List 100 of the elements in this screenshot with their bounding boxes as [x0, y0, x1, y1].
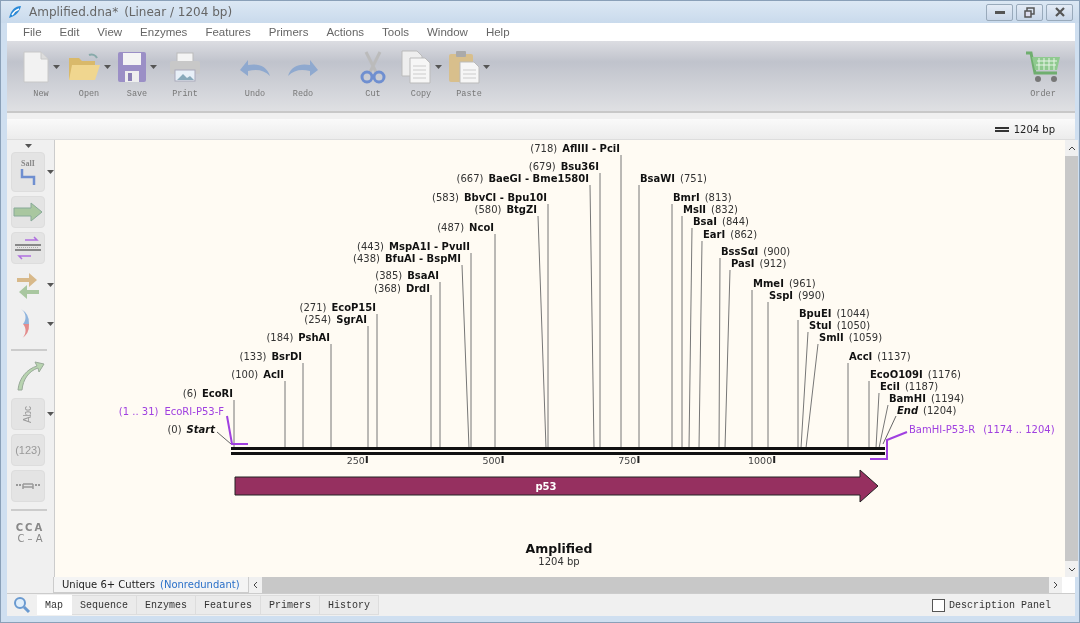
enzyme-label[interactable]: (718) AflIII - PciI	[530, 143, 620, 154]
scale-bar-icon	[994, 126, 1009, 132]
enzyme-label[interactable]: (438) BfuAI - BspMI	[353, 253, 461, 264]
cut-site-line	[233, 399, 235, 449]
enzyme-label[interactable]: AccI (1137)	[849, 351, 911, 362]
menu-item[interactable]: Primers	[260, 26, 319, 38]
enzyme-label[interactable]: BssSαI (900)	[721, 246, 791, 257]
step-line-icon	[20, 167, 36, 186]
enzyme-label[interactable]: EarI (862)	[703, 229, 758, 240]
caret-icon[interactable]	[150, 65, 157, 69]
chevron-right-icon[interactable]	[1053, 581, 1058, 589]
sequence-length: 1204 bp	[538, 556, 580, 567]
menu-item[interactable]: View	[89, 26, 133, 38]
enzyme-label[interactable]: (6) EcoRI	[182, 388, 233, 399]
enzyme-label[interactable]: (487) NcoI	[437, 222, 494, 233]
menu-item[interactable]: Window	[418, 26, 478, 38]
view-tab[interactable]: History	[320, 595, 380, 615]
minimize-button[interactable]	[986, 3, 1013, 21]
caret-icon[interactable]	[104, 65, 111, 69]
feature-arrow[interactable]	[234, 469, 879, 503]
view-tab[interactable]: Sequence	[72, 595, 138, 615]
tick-mark	[501, 456, 504, 463]
view-tab[interactable]: Enzymes	[137, 595, 197, 615]
enzyme-set-tab[interactable]: Unique 6+ Cutters (Nonredundant)	[53, 577, 249, 593]
enzyme-label[interactable]: (368) DrdI	[374, 283, 430, 294]
cut-site-line	[284, 380, 286, 449]
window-subtitle: (Linear / 1204 bp)	[124, 5, 233, 19]
enzyme-label[interactable]: (254) SgrAI	[304, 314, 367, 325]
clipboard-icon	[448, 50, 480, 84]
caret-icon[interactable]	[53, 65, 60, 69]
enzyme-label[interactable]: (385) BsaAI	[375, 270, 439, 281]
minimize-icon	[994, 10, 1005, 14]
arrow-icon	[13, 202, 43, 222]
primer-label[interactable]: (1 .. 31) EcoRI-P53-F	[118, 406, 224, 417]
view-tab[interactable]: Map	[37, 595, 72, 615]
shopping-cart-icon	[1025, 50, 1061, 84]
close-button[interactable]	[1046, 3, 1073, 21]
enzyme-label[interactable]: (443) MspA1I - PvuII	[357, 241, 470, 252]
view-tab[interactable]: Primers	[261, 595, 321, 615]
primer-label[interactable]: BamHI-P53-R (1174 .. 1204)	[909, 424, 1055, 435]
caret-icon[interactable]	[435, 65, 442, 69]
tick-label: 750	[618, 455, 637, 466]
chevron-left-icon[interactable]	[252, 581, 258, 589]
tick-label: 500	[482, 455, 501, 466]
folder-icon	[67, 52, 101, 82]
enzyme-label[interactable]: BsaI (844)	[693, 216, 749, 227]
menu-item[interactable]: Help	[477, 26, 520, 38]
caret-icon[interactable]	[47, 322, 54, 326]
enzyme-label[interactable]: SmlI (1059)	[819, 332, 883, 343]
caret-icon[interactable]	[47, 170, 54, 174]
enzyme-label[interactable]: BsaWI (751)	[640, 173, 707, 184]
menu-item[interactable]: Enzymes	[132, 26, 198, 38]
menu-item[interactable]: Edit	[51, 26, 90, 38]
enzyme-label[interactable]: (100) AclI	[231, 369, 284, 380]
enzyme-label[interactable]: (184) PshAI	[266, 332, 330, 343]
enzyme-label[interactable]: End (1204)	[897, 405, 957, 416]
caret-icon[interactable]	[47, 283, 54, 287]
chevron-up-icon[interactable]	[1067, 145, 1076, 151]
menu-item[interactable]: Tools	[374, 26, 419, 38]
chevron-down-icon[interactable]	[1067, 566, 1076, 572]
description-panel-checkbox[interactable]: Description Panel	[931, 598, 1051, 612]
enzyme-label[interactable]: PasI (912)	[731, 258, 787, 269]
tick-mark	[773, 456, 776, 463]
enzyme-label[interactable]: (133) BsrDI	[239, 351, 302, 362]
copy-documents-icon	[400, 50, 432, 84]
enzyme-label[interactable]: EciI (1187)	[880, 381, 939, 392]
enzyme-label[interactable]: (583) BbvCI - Bpu10I	[432, 192, 547, 203]
enzyme-label[interactable]: (0) Start	[167, 424, 215, 435]
enzyme-label[interactable]: EcoO109I (1176)	[870, 369, 961, 380]
enzyme-label[interactable]: BamHI (1194)	[889, 393, 965, 404]
enzyme-label[interactable]: MslI (832)	[683, 204, 738, 215]
restore-button[interactable]	[1016, 3, 1043, 21]
tick-mark	[365, 456, 368, 463]
enzyme-label[interactable]: BpuEI (1044)	[799, 308, 870, 319]
enzyme-label[interactable]: (679) Bsu36I	[528, 161, 599, 172]
menu-item[interactable]: File	[15, 26, 52, 38]
menu-item[interactable]: Features	[197, 26, 261, 38]
enzyme-label[interactable]: (580) BtgZI	[474, 204, 537, 215]
view-tab[interactable]: Features	[196, 595, 262, 615]
scale-label: 1204 bp	[1013, 123, 1055, 135]
menu-item[interactable]: Actions	[318, 26, 375, 38]
enzyme-label[interactable]: SspI (990)	[769, 290, 825, 301]
window-title: Amplified.dna*	[29, 5, 119, 19]
vertical-scrollbar[interactable]	[1065, 140, 1078, 577]
caret-icon[interactable]	[47, 412, 54, 416]
caret-icon[interactable]	[25, 144, 32, 148]
enzyme-label[interactable]: (667) BaeGI - Bme1580I	[456, 173, 589, 184]
primer-tool-button[interactable]	[11, 232, 45, 264]
horizontal-scrollbar[interactable]	[248, 577, 1062, 593]
enzyme-label[interactable]: (271) EcoP15I	[299, 302, 376, 313]
scissors-icon	[358, 50, 388, 84]
sequence-title: Amplified	[525, 541, 593, 556]
document-icon	[22, 51, 50, 83]
enzyme-label[interactable]: MmeI (961)	[753, 278, 816, 289]
caret-icon[interactable]	[483, 65, 490, 69]
cut-site-line	[868, 380, 870, 449]
enzyme-label[interactable]: StuI (1050)	[809, 320, 871, 331]
enzyme-label[interactable]: BmrI (813)	[673, 192, 732, 203]
search-icon[interactable]	[13, 596, 31, 614]
primer-icon	[13, 236, 43, 260]
